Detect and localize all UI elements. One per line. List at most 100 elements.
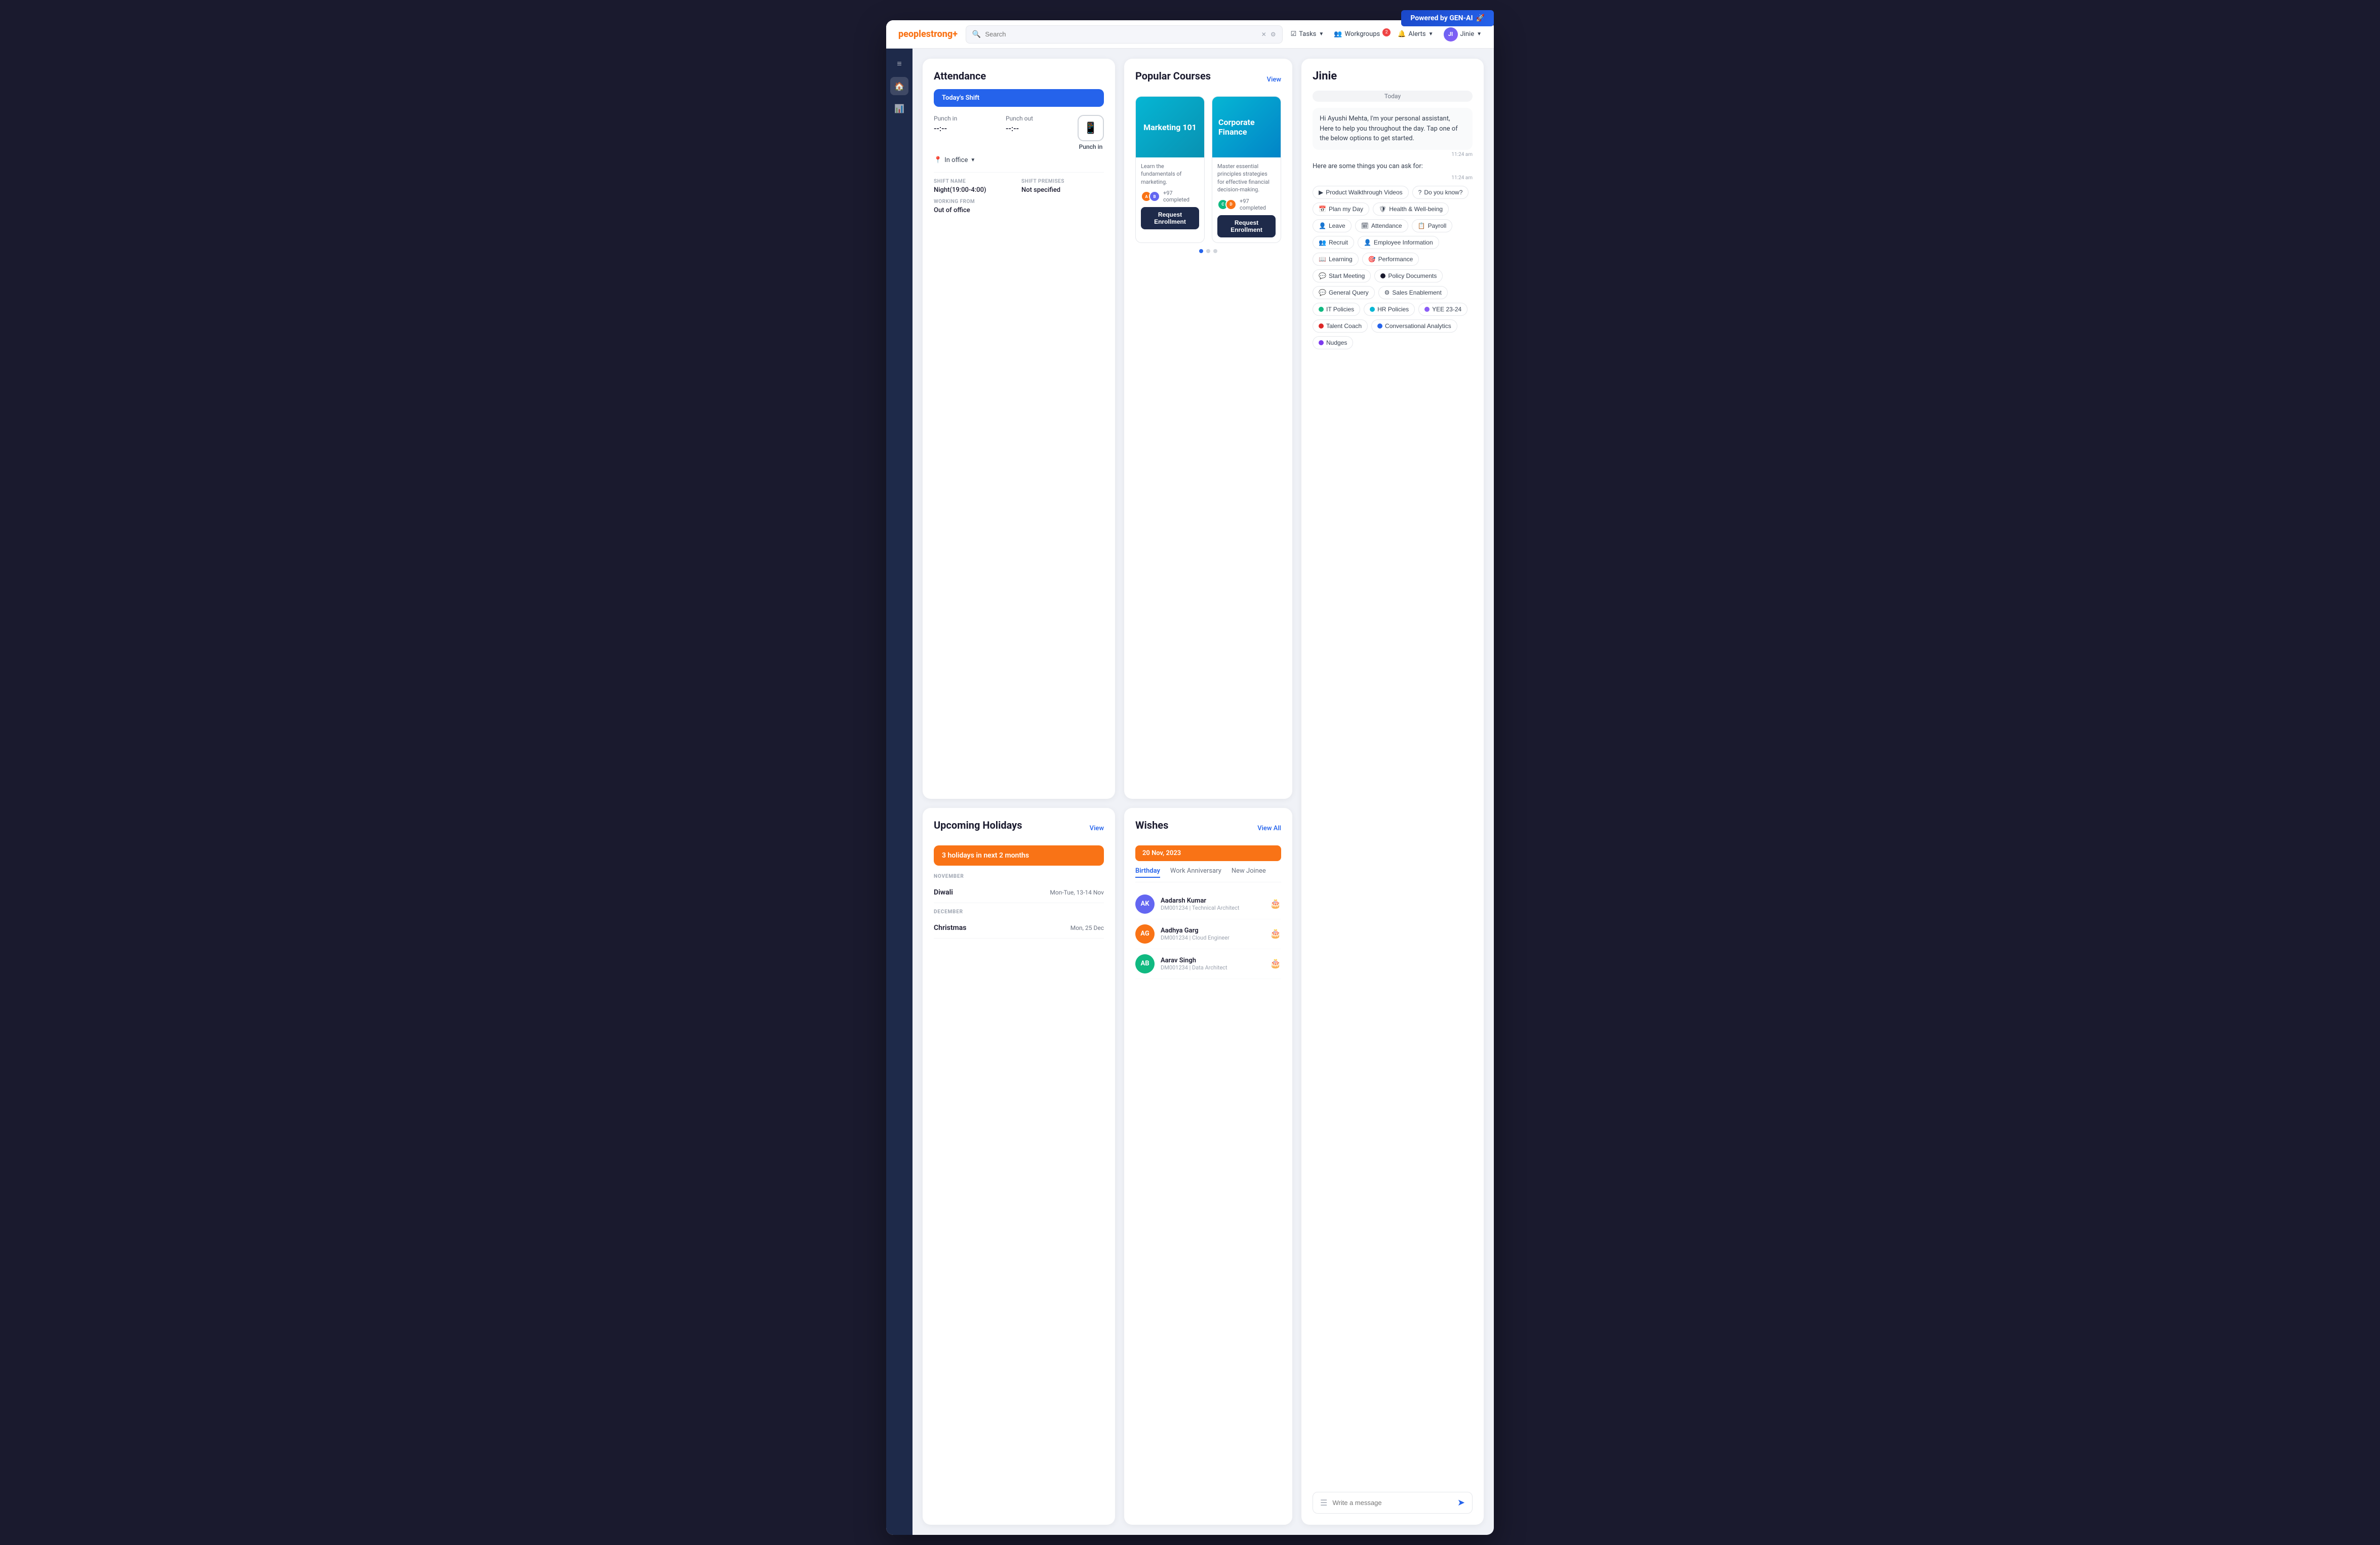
- search-bar[interactable]: 🔍 ✕ ⚙: [966, 25, 1283, 44]
- search-input[interactable]: [985, 30, 1257, 38]
- quick-btn-health-&-well-being[interactable]: 🛡Health & Well-being: [1373, 202, 1449, 216]
- quick-btn-attendance[interactable]: 🗓Attendance: [1355, 219, 1408, 232]
- holiday-christmas-name: Christmas: [934, 924, 966, 932]
- enroll-btn-finance[interactable]: Request Enrollment: [1217, 215, 1276, 237]
- sidebar: ≡ 🏠 📊: [886, 49, 913, 1535]
- quick-btn-nudges[interactable]: Nudges: [1313, 336, 1353, 349]
- sidebar-analytics-icon[interactable]: 📊: [890, 99, 908, 117]
- dot-3[interactable]: [1213, 249, 1217, 253]
- shift-premises-label: SHIFT PREMISES: [1021, 179, 1104, 184]
- quick-btn-yee-23-24[interactable]: YEE 23-24: [1418, 303, 1467, 316]
- holidays-card: Upcoming Holidays View 3 holidays in nex…: [923, 808, 1115, 1525]
- dot-2[interactable]: [1206, 249, 1210, 253]
- tasks-nav-item[interactable]: ☑ Tasks ▼: [1291, 30, 1324, 38]
- holidays-header: Upcoming Holidays View: [934, 819, 1104, 838]
- working-from-label: WORKING FROM: [934, 199, 1016, 205]
- workgroups-nav-item[interactable]: 👥 Workgroups 2 ▼: [1334, 30, 1387, 38]
- quick-btn-start-meeting[interactable]: 💬Start Meeting: [1313, 269, 1371, 282]
- holiday-diwali-date: Mon-Tue, 13-14 Nov: [1050, 889, 1104, 896]
- wish-info-ag: Aadhya Garg DM001234 | Cloud Engineer: [1161, 927, 1264, 941]
- carousel-dots: [1135, 249, 1281, 253]
- tab-new-joinee[interactable]: New Joinee: [1232, 867, 1266, 878]
- mini-avatars: A B: [1141, 191, 1160, 202]
- tab-work-anniversary[interactable]: Work Anniversary: [1170, 867, 1221, 878]
- sidebar-home-icon[interactable]: 🏠: [890, 77, 908, 95]
- app-wrapper: Powered by GEN-AI 🚀 peoplestrong+ 🔍 ✕ ⚙ …: [886, 10, 1494, 1535]
- quick-btn-payroll[interactable]: 📋Payroll: [1412, 219, 1453, 232]
- quick-btn-conversational-analytics[interactable]: Conversational Analytics: [1371, 319, 1457, 333]
- quick-btn-product-walkthrough-videos[interactable]: ▶Product Walkthrough Videos: [1313, 186, 1409, 199]
- course-name-finance: Corporate Finance: [1218, 117, 1275, 137]
- course-desc-finance: Master essential principles strategies f…: [1217, 162, 1276, 194]
- punch-row: Punch in --:-- Punch out --:-- 📱 Punch i…: [934, 115, 1104, 150]
- quick-btn-employee-information[interactable]: 👤Employee Information: [1358, 236, 1439, 249]
- shift-details: SHIFT NAME Night(19:00-4:00) SHIFT PREMI…: [934, 179, 1104, 214]
- quick-btn-it-policies[interactable]: IT Policies: [1313, 303, 1360, 316]
- holidays-title: Upcoming Holidays: [934, 819, 1022, 831]
- tasks-label: Tasks: [1299, 30, 1316, 38]
- punch-in-button[interactable]: 📱 Punch in: [1078, 115, 1104, 150]
- alerts-nav-item[interactable]: 🔔 Alerts ▼: [1398, 30, 1433, 38]
- dot-1[interactable]: [1199, 249, 1203, 253]
- wish-name-ab: Aarav Singh: [1161, 957, 1264, 964]
- quick-btn-leave[interactable]: 👤Leave: [1313, 219, 1352, 232]
- punch-in-time: --:--: [934, 124, 996, 133]
- ask-label: Here are some things you can ask for:: [1313, 162, 1473, 170]
- workgroups-badge: 2: [1382, 28, 1391, 36]
- quick-btn-general-query[interactable]: 💬General Query: [1313, 286, 1375, 299]
- holiday-christmas-date: Mon, 25 Dec: [1070, 924, 1104, 931]
- location-icon: 📍: [934, 156, 942, 164]
- working-from-value: Out of office: [934, 207, 1016, 214]
- course-item-marketing: Marketing 101 Learn the fundamentals of …: [1135, 96, 1205, 243]
- quick-btn-hr-policies[interactable]: HR Policies: [1364, 303, 1415, 316]
- shift-name-item: SHIFT NAME Night(19:00-4:00): [934, 179, 1016, 194]
- location-label: In office: [944, 156, 968, 164]
- holidays-view-link[interactable]: View: [1090, 825, 1104, 832]
- quick-btn-plan-my-day[interactable]: 📅Plan my Day: [1313, 202, 1369, 216]
- chat-input[interactable]: [1332, 1499, 1452, 1507]
- tasks-icon: ☑: [1291, 30, 1297, 38]
- attendance-title: Attendance: [934, 70, 1104, 82]
- punch-icon: 📱: [1078, 115, 1104, 141]
- attendance-card: Attendance Today's Shift Punch in --:-- …: [923, 59, 1115, 799]
- quick-btns: ▶Product Walkthrough Videos?Do you know?…: [1313, 186, 1473, 349]
- quick-btn-policy-documents[interactable]: Policy Documents: [1374, 269, 1443, 282]
- gen-ai-banner: Powered by GEN-AI 🚀: [1401, 10, 1494, 26]
- holiday-banner: 3 holidays in next 2 months: [934, 845, 1104, 866]
- tab-birthday[interactable]: Birthday: [1135, 867, 1160, 878]
- workgroups-label: Workgroups: [1344, 30, 1380, 38]
- ask-time: 11:24 am: [1313, 175, 1473, 181]
- courses-view-link[interactable]: View: [1267, 76, 1281, 84]
- tasks-chevron: ▼: [1319, 31, 1324, 37]
- quick-btn-sales-enablement[interactable]: ⚙Sales Enablement: [1378, 286, 1448, 299]
- holiday-christmas: Christmas Mon, 25 Dec: [934, 918, 1104, 939]
- courses-title: Popular Courses: [1135, 70, 1211, 82]
- cake-icon-2: 🎂: [1270, 958, 1281, 969]
- location-row[interactable]: 📍 In office ▼: [934, 156, 1104, 164]
- quick-btn-learning[interactable]: 📖Learning: [1313, 253, 1359, 266]
- user-avatar: JI: [1444, 27, 1458, 42]
- punch-out-col: Punch out --:--: [1006, 115, 1067, 133]
- user-nav-item[interactable]: JI Jinie ▼: [1444, 27, 1482, 42]
- wishes-date-banner: 20 Nov, 2023: [1135, 845, 1281, 861]
- jinie-card: Jinie Today Hi Ayushi Mehta, I'm your pe…: [1301, 59, 1484, 1525]
- filter-icon[interactable]: ⚙: [1271, 31, 1276, 38]
- wish-name-ak: Aadarsh Kumar: [1161, 897, 1264, 905]
- punch-btn-label: Punch in: [1079, 143, 1103, 150]
- quick-btn-recruit[interactable]: 👥Recruit: [1313, 236, 1354, 249]
- quick-btn-performance[interactable]: 🎯Performance: [1362, 253, 1419, 266]
- course-completed-finance: +97 completed: [1240, 198, 1276, 211]
- quick-btn-talent-coach[interactable]: Talent Coach: [1313, 319, 1368, 333]
- chat-input-row: ☰ ➤: [1313, 1492, 1473, 1514]
- divider: [934, 172, 1104, 173]
- shift-premises-value: Not specified: [1021, 186, 1104, 194]
- holiday-diwali: Diwali Mon-Tue, 13-14 Nov: [934, 882, 1104, 903]
- quick-btn-do-you-know?[interactable]: ?Do you know?: [1412, 186, 1469, 199]
- send-button[interactable]: ➤: [1457, 1497, 1465, 1508]
- clear-icon[interactable]: ✕: [1261, 31, 1266, 38]
- jinie-title: Jinie: [1313, 70, 1473, 83]
- wishes-view-all-link[interactable]: View All: [1257, 825, 1281, 832]
- sidebar-menu-icon[interactable]: ≡: [890, 55, 908, 73]
- enroll-btn-marketing[interactable]: Request Enrollment: [1141, 207, 1199, 229]
- course-body-marketing: Learn the fundamentals of marketing. A B…: [1136, 157, 1204, 234]
